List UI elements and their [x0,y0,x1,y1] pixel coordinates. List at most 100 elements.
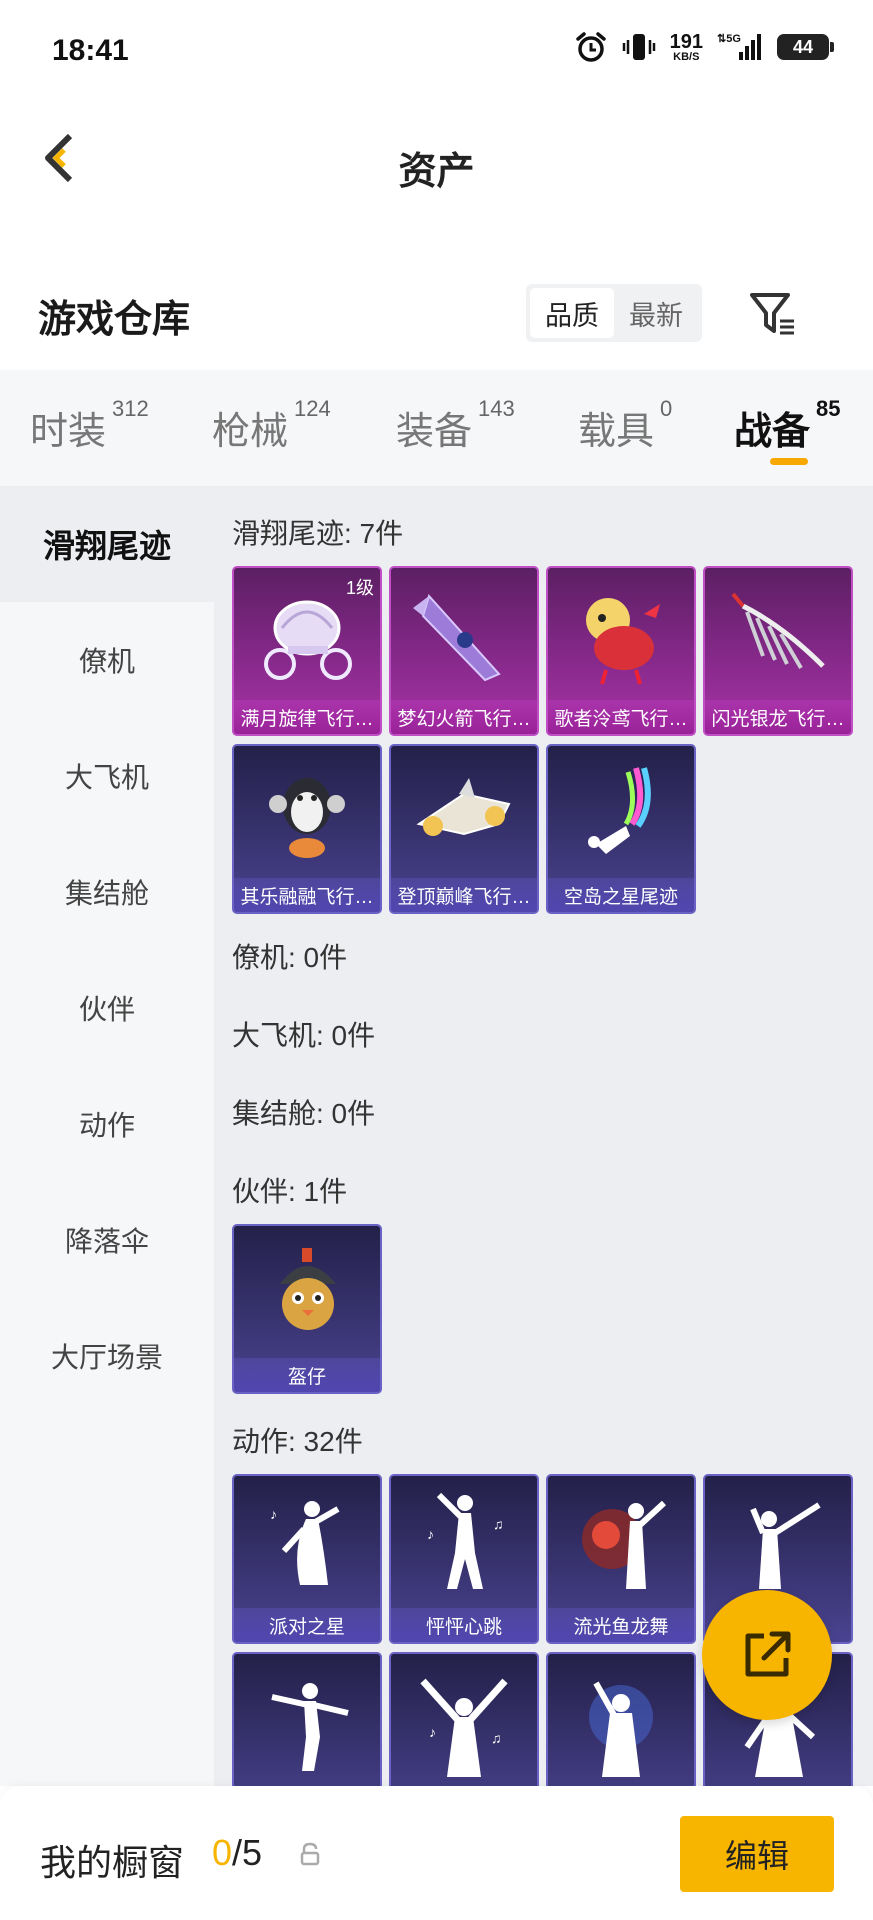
tab-count: 0 [660,396,673,421]
tab-label: 装备 [396,411,473,453]
edit-button[interactable]: 编辑 [680,1816,834,1892]
sidebar-item-emote[interactable]: 动作 [0,1066,214,1182]
item-card[interactable] [546,1652,696,1786]
showcase-current: 0 [212,1832,233,1873]
item-name: 空岛之星尾迹 [548,878,694,912]
section-title-emote: 动作: 32件 [232,1426,363,1457]
filter-icon [750,293,794,335]
item-name: 怦怦心跳 [391,1608,537,1642]
tab-label: 枪械 [212,411,289,453]
dance-pose-icon: ♪ [234,1484,380,1604]
sort-quality-button[interactable]: 品质 [530,288,614,338]
svg-text:⇅5G: ⇅5G [717,33,741,45]
showcase-label: 我的橱窗 [40,1842,185,1883]
tab-label: 时装 [30,411,107,453]
sidebar-item-plane[interactable]: 大飞机 [0,718,214,834]
item-card[interactable]: 空岛之星尾迹 [546,744,696,914]
svg-text:♪: ♪ [429,1724,436,1740]
svg-text:♫: ♫ [493,1516,504,1532]
section-title-wingman: 僚机: 0件 [232,942,348,973]
sidebar-item-glide-trail[interactable]: 滑翔尾迹 [0,486,214,602]
warehouse-title: 游戏仓库 [38,299,191,341]
tab-active-indicator [770,458,808,465]
tab-battle-gear[interactable]: 战备 85 [734,396,841,455]
sidebar-item-pod[interactable]: 集结舱 [0,834,214,950]
showcase-count: 0/5 [212,1832,262,1874]
dance-pose-icon [548,1662,694,1782]
lock-icon [296,1840,324,1868]
category-tabs: 时装 312 枪械 124 装备 143 载具 0 战备 85 [0,370,873,486]
tab-count: 312 [112,396,149,421]
sidebar-item-parachute[interactable]: 降落伞 [0,1182,214,1298]
net-speed-unit: KB/S [673,50,700,63]
dance-pose-icon [705,1484,851,1604]
section-title-plane: 大飞机: 0件 [232,1020,376,1051]
sidebar: 滑翔尾迹 僚机 大飞机 集结舱 伙伴 动作 降落伞 大厅场景 [0,486,214,1786]
item-card[interactable]: 歌者泠鸢飞行… [546,566,696,736]
sort-toggle: 品质 最新 [526,284,702,342]
item-name: 派对之星 [234,1608,380,1642]
item-name: 梦幻火箭飞行… [391,700,537,734]
dance-pose-icon: ♪ ♫ [391,1484,537,1604]
item-card[interactable]: ♪ ♫ [389,1652,539,1786]
bottom-bar: 我的橱窗 0/5 编辑 [0,1786,873,1920]
tab-count: 85 [816,396,841,421]
sidebar-item-partner[interactable]: 伙伴 [0,950,214,1066]
dance-pose-icon: ♪ ♫ [391,1662,537,1782]
item-name: 流光鱼龙舞 [548,1608,694,1642]
page-title: 资产 [398,151,475,193]
item-name: 满月旋律飞行… [234,700,380,734]
tab-guns[interactable]: 枪械 124 [212,396,331,455]
carriage-icon [234,576,380,696]
item-card[interactable]: 1级 满月旋律飞行… [232,566,382,736]
item-name: 登顶巅峰飞行… [391,878,537,912]
status-icons: 191 KB/S ⇅5G 44 [574,30,834,64]
section-title-glide: 滑翔尾迹: 7件 [232,518,404,549]
rainbow-trail-icon [548,754,694,874]
tab-fashion[interactable]: 时装 312 [30,396,149,455]
svg-text:♫: ♫ [491,1730,502,1746]
item-card[interactable]: ♪ 派对之星 [232,1474,382,1644]
filter-button[interactable] [744,284,804,344]
status-bar: 18:41 191 KB/S ⇅5G 44 [0,0,873,104]
sidebar-item-wingman[interactable]: 僚机 [0,602,214,718]
item-name: 其乐融融飞行… [234,878,380,912]
sidebar-item-lobby-scene[interactable]: 大厅场景 [0,1298,214,1414]
dragon-dance-icon [548,1484,694,1604]
signal-icon: ⇅5G [717,30,763,64]
title-bar: 资产 [0,104,873,224]
vibrate-icon [622,30,656,64]
item-name: 闪光银龙飞行… [705,700,851,734]
showcase-total: /5 [232,1832,263,1873]
status-time: 18:41 [52,34,129,67]
section-title-partner: 伙伴: 1件 [232,1176,348,1207]
item-card[interactable]: 登顶巅峰飞行… [389,744,539,914]
item-card[interactable]: 盔仔 [232,1224,382,1394]
share-external-icon [745,1631,791,1677]
tab-count: 124 [294,396,331,421]
tab-vehicles[interactable]: 载具 0 [578,396,672,455]
rocket-glider-icon [391,576,537,696]
tab-label: 战备 [734,411,811,453]
item-card[interactable]: 闪光银龙飞行… [703,566,853,736]
net-speed: 191 KB/S [670,32,703,63]
item-card[interactable]: 流光鱼龙舞 [546,1474,696,1644]
item-card[interactable]: 梦幻火箭飞行… [389,566,539,736]
share-button[interactable] [702,1590,832,1720]
battery-icon: 44 [777,34,834,60]
tab-count: 143 [478,396,515,421]
sort-newest-button[interactable]: 最新 [614,288,698,338]
jet-glider-icon [391,754,537,874]
helmet-chick-icon [234,1234,380,1354]
warehouse-header: 游戏仓库 品质 最新 [0,260,873,370]
tab-equipment[interactable]: 装备 143 [396,396,515,455]
dance-pose-icon [234,1662,380,1782]
item-card[interactable]: 其乐融融飞行… [232,744,382,914]
penguin-icon [234,754,380,874]
item-name: 歌者泠鸢飞行… [548,700,694,734]
item-card[interactable]: ♪ ♫ 怦怦心跳 [389,1474,539,1644]
section-title-pod: 集结舱: 0件 [232,1098,376,1129]
red-bird-icon [548,576,694,696]
item-card[interactable] [232,1652,382,1786]
tab-label: 载具 [578,411,655,453]
